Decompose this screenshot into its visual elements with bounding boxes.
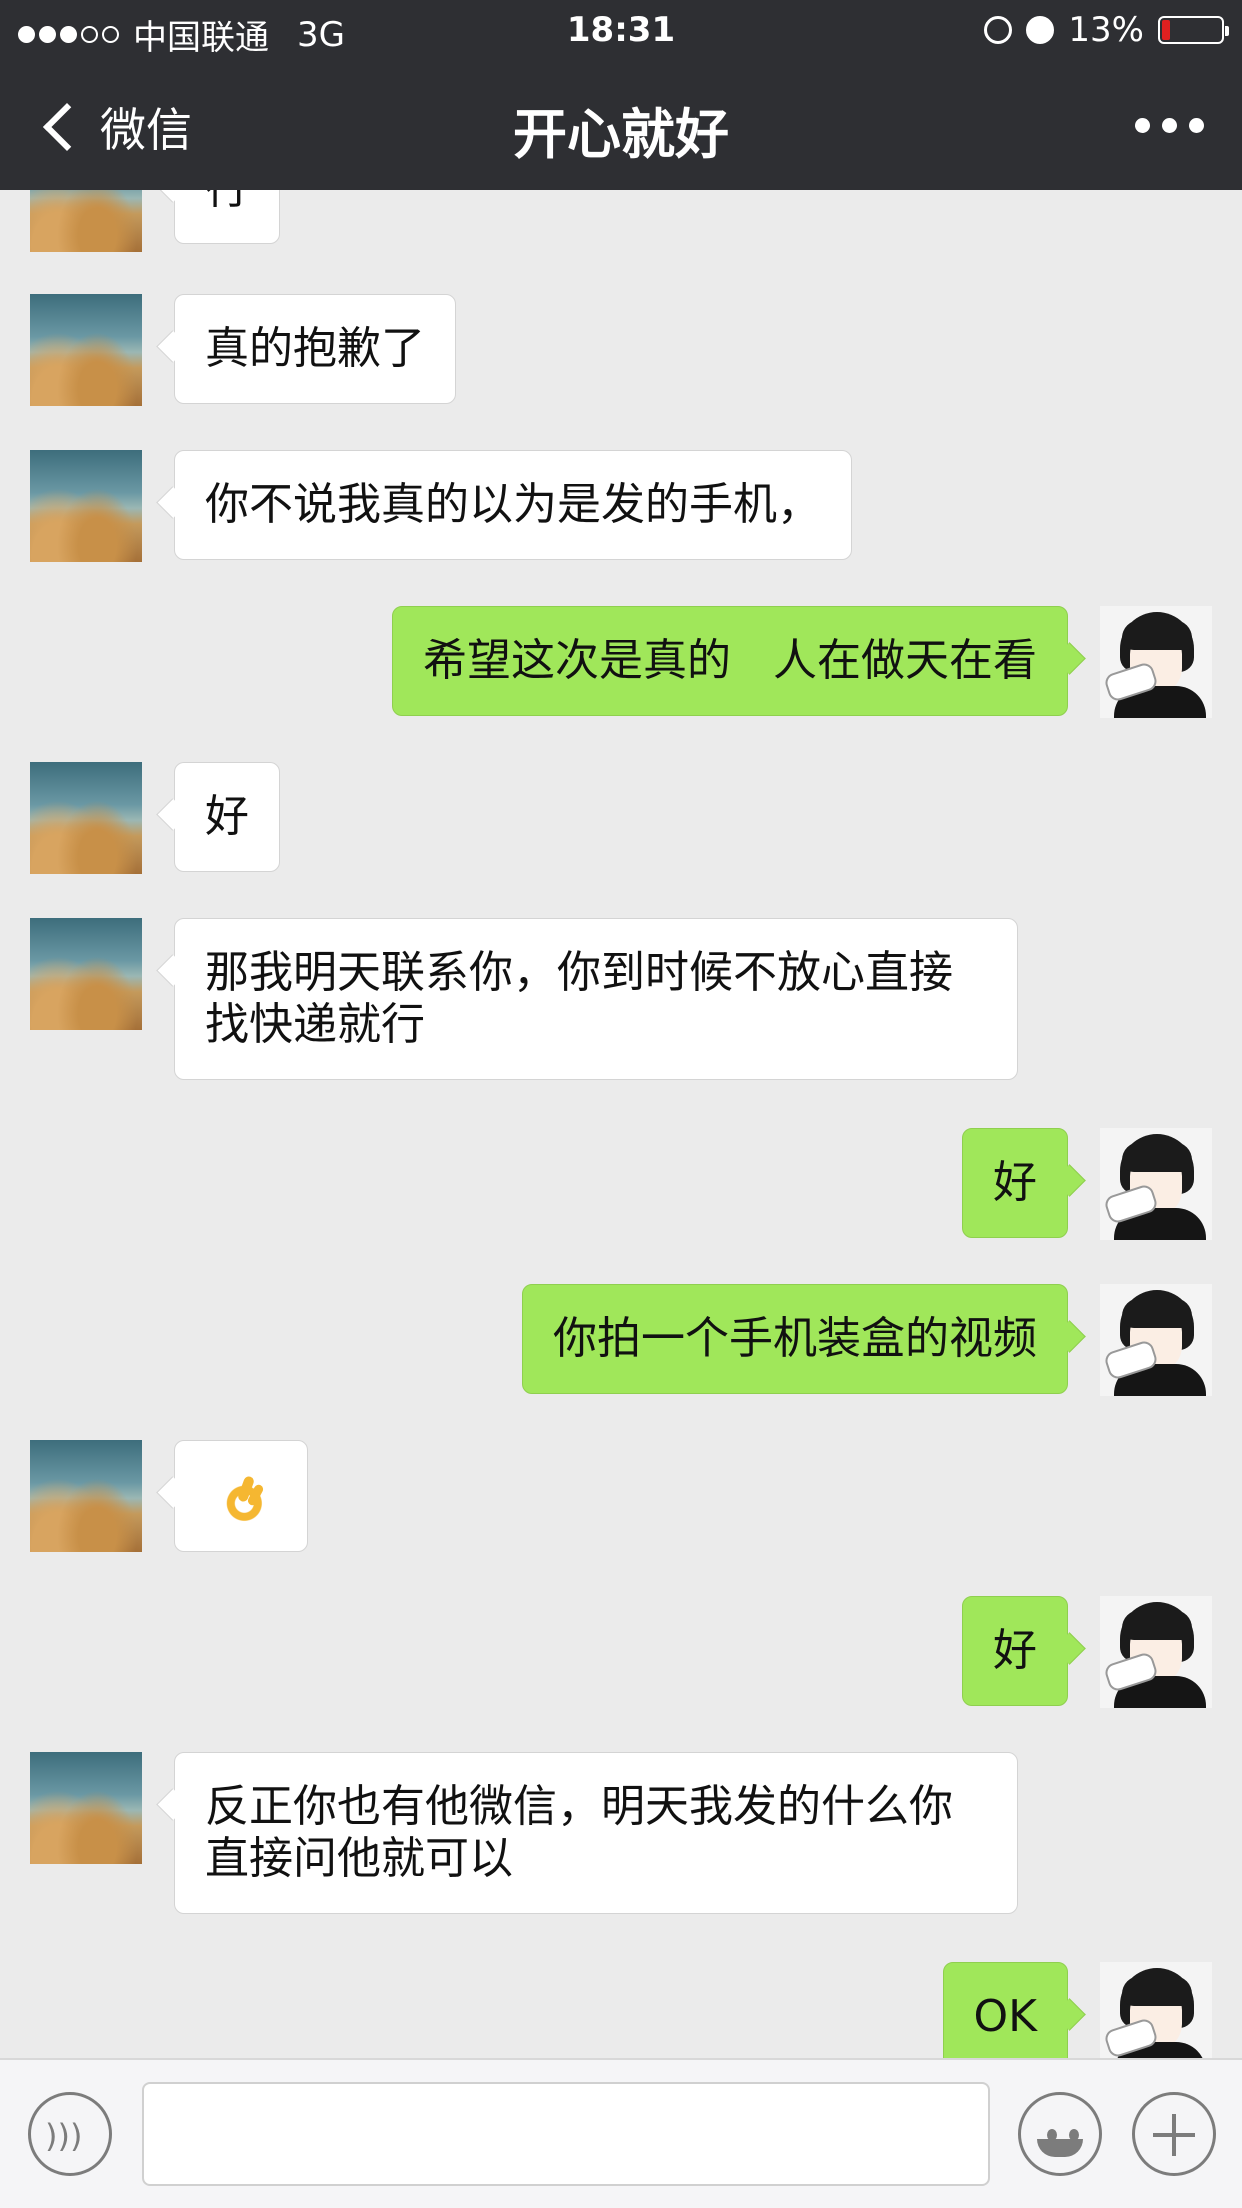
voice-icon: )))	[45, 2117, 83, 2155]
my-avatar[interactable]	[1100, 1962, 1212, 2058]
message-bubble[interactable]: 你拍一个手机装盒的视频	[522, 1284, 1068, 1394]
message-bubble[interactable]	[174, 1440, 308, 1552]
contact-avatar[interactable]	[30, 762, 142, 874]
emoji-button[interactable]	[1018, 2092, 1102, 2176]
contact-avatar[interactable]	[30, 190, 142, 252]
top-bar: 中国联通 3G 18:31 13% 微信 开心就好	[0, 0, 1242, 190]
my-avatar[interactable]	[1100, 1596, 1212, 1708]
message-bubble[interactable]: 好	[962, 1596, 1068, 1706]
my-avatar[interactable]	[1100, 1128, 1212, 1240]
voice-button[interactable]: )))	[28, 2092, 112, 2176]
message-bubble[interactable]: 真的抱歉了	[174, 294, 456, 404]
battery-icon	[1158, 16, 1229, 44]
rotation-lock-icon	[984, 16, 1013, 44]
plus-button[interactable]	[1132, 2092, 1216, 2176]
input-bar: )))	[0, 2058, 1242, 2208]
nav-bar: 微信 开心就好	[0, 62, 1242, 190]
status-bar: 中国联通 3G 18:31 13%	[0, 0, 1242, 62]
message-bubble[interactable]: 行	[174, 190, 280, 244]
chat-title: 开心就好	[513, 103, 729, 166]
my-avatar[interactable]	[1100, 1284, 1212, 1396]
contact-avatar[interactable]	[30, 1752, 142, 1864]
message-bubble[interactable]: OK	[942, 1962, 1068, 2058]
battery-percent: 13%	[1068, 10, 1144, 50]
ok-hand-emoji-icon	[219, 1478, 265, 1524]
message-input[interactable]	[142, 2082, 990, 2186]
more-options-icon[interactable]	[1135, 118, 1204, 133]
message-bubble[interactable]: 你不说我真的以为是发的手机，	[174, 450, 852, 560]
message-bubble[interactable]: 反正你也有他微信，明天我发的什么你直接问他就可以	[174, 1752, 1018, 1914]
message-bubble[interactable]: 希望这次是真的 人在做天在看	[392, 606, 1068, 716]
contact-avatar[interactable]	[30, 450, 142, 562]
message-bubble[interactable]: 好	[174, 762, 280, 872]
message-bubble[interactable]: 那我明天联系你，你到时候不放心直接找快递就行	[174, 918, 1018, 1080]
contact-avatar[interactable]	[30, 294, 142, 406]
message-list[interactable]: 行 真的抱歉了 你不说我真的以为是发的手机， 希望这次是真的 人在做天在看 好 …	[0, 190, 1242, 2058]
contact-avatar[interactable]	[30, 918, 142, 1030]
contact-avatar[interactable]	[30, 1440, 142, 1552]
message-bubble[interactable]: 好	[962, 1128, 1068, 1238]
alarm-clock-icon	[1026, 16, 1055, 44]
my-avatar[interactable]	[1100, 606, 1212, 718]
